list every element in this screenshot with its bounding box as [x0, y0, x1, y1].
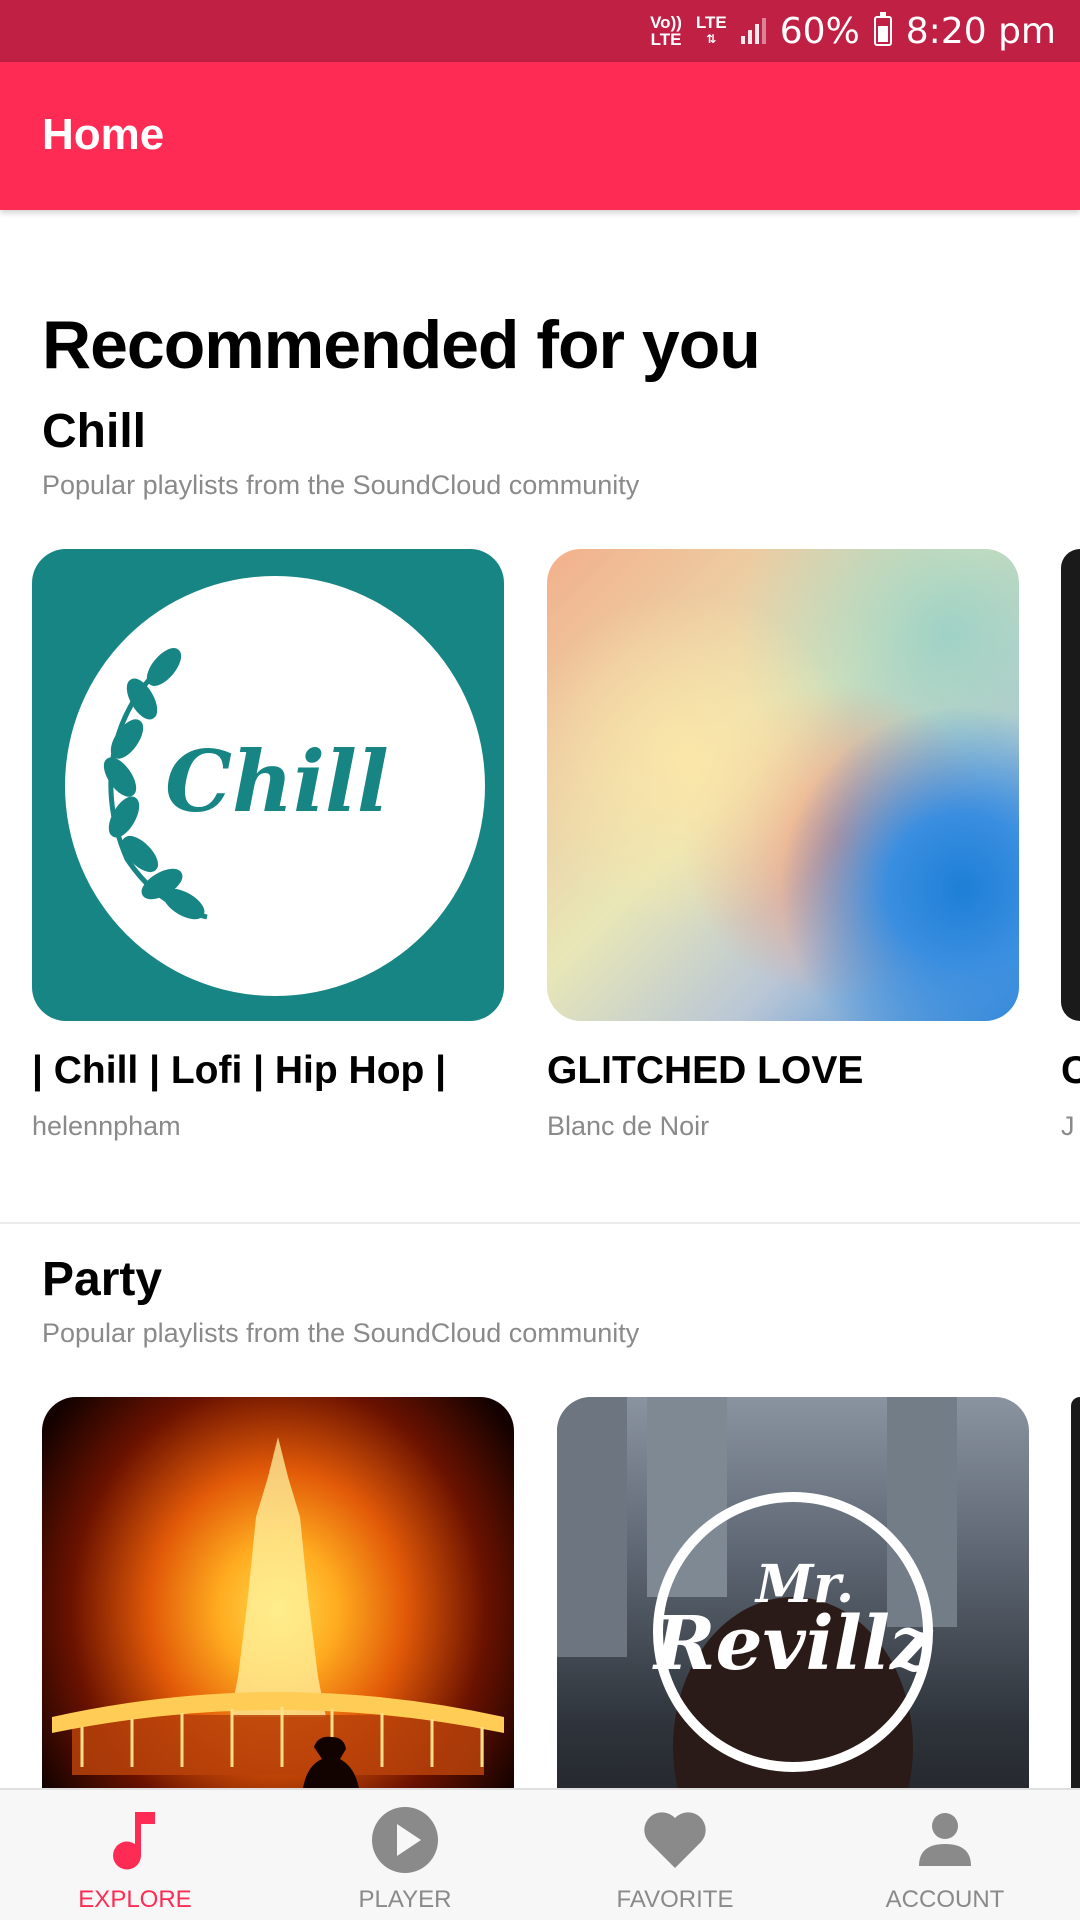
signal-icon: [740, 18, 766, 44]
section-title-chill: Chill: [42, 405, 146, 458]
playlist-artwork[interactable]: [547, 549, 1019, 1021]
person-icon: [919, 1813, 971, 1866]
nav-account-label: ACCOUNT: [885, 1886, 1005, 1913]
volte-top-label: Vo)): [650, 13, 682, 32]
playlist-artist[interactable]: helennpham: [32, 1111, 504, 1142]
battery-percent: 60%: [779, 10, 860, 52]
lte-indicator: LTE ⇅: [695, 13, 727, 46]
app-bar: Home: [0, 62, 1080, 210]
play-circle-icon: [372, 1807, 438, 1873]
heart-icon: [644, 1812, 706, 1868]
playlist-title[interactable]: C: [1061, 1049, 1080, 1093]
recommended-heading: Recommended for you: [42, 307, 761, 383]
status-bar: Vo)) LTE LTE ⇅ 60% 8:20 pm: [0, 0, 1080, 62]
section-title-party: Party: [42, 1253, 163, 1306]
clock: 8:20 pm: [905, 10, 1056, 52]
volte-bottom-label: LTE: [650, 30, 682, 49]
battery-icon: [873, 12, 892, 46]
playlist-artwork[interactable]: Chill: [32, 549, 504, 1021]
playlist-artist[interactable]: Blanc de Noir: [547, 1111, 1019, 1142]
status-icons: Vo)) LTE LTE ⇅ 60% 8:20 pm: [650, 0, 1056, 62]
chill-logo-art: Chill: [65, 576, 485, 996]
playlist-card-partial[interactable]: C J: [1061, 549, 1080, 1142]
playlist-card-chill-lofi[interactable]: Chill | Chill | Lofi | Hip Hop | helennp…: [32, 549, 504, 1142]
battery-fill: [877, 26, 888, 42]
svg-text:Chill: Chill: [165, 732, 389, 831]
svg-text:Revillz: Revillz: [652, 1601, 934, 1687]
nav-explore[interactable]: EXPLORE: [0, 1790, 270, 1920]
playlist-title[interactable]: | Chill | Lofi | Hip Hop |: [32, 1049, 504, 1093]
nav-player[interactable]: PLAYER: [270, 1790, 540, 1920]
section-subtitle-chill: Popular playlists from the SoundCloud co…: [42, 470, 640, 500]
section-divider: [0, 1222, 1080, 1224]
nav-favorite[interactable]: FAVORITE: [540, 1790, 810, 1920]
lte-label: LTE: [695, 13, 727, 32]
playlist-title[interactable]: GLITCHED LOVE: [547, 1049, 1019, 1093]
playlist-artwork[interactable]: [1061, 549, 1080, 1021]
bottom-navigation: EXPLORE PLAYER FAVORITE ACCOUNT: [0, 1788, 1080, 1920]
section-subtitle-party: Popular playlists from the SoundCloud co…: [42, 1318, 640, 1348]
nav-player-label: PLAYER: [358, 1886, 452, 1913]
page-title: Home: [42, 110, 165, 159]
nav-favorite-label: FAVORITE: [616, 1886, 734, 1913]
volte-indicator: Vo)) LTE: [650, 14, 682, 48]
nav-account[interactable]: ACCOUNT: [810, 1790, 1080, 1920]
playlist-card-glitched-love[interactable]: GLITCHED LOVE Blanc de Noir: [547, 549, 1019, 1142]
music-note-icon: [113, 1812, 155, 1870]
nav-explore-label: EXPLORE: [78, 1886, 192, 1913]
playlist-artist[interactable]: J: [1061, 1111, 1080, 1142]
